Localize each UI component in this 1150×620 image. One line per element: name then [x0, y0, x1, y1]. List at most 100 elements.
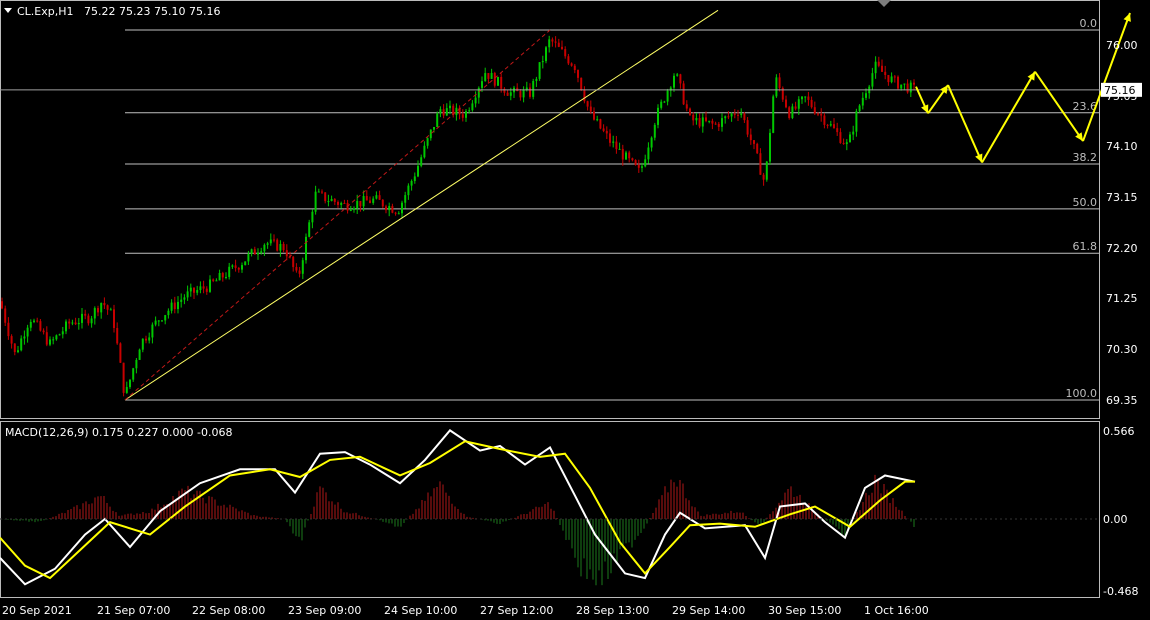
candle-body [330, 199, 333, 202]
candle-body [225, 276, 227, 278]
candle-body [538, 62, 541, 79]
fib-level-label: 50.0 [1073, 196, 1098, 209]
candle-body [39, 321, 42, 331]
macd-axis-label: 0.566 [1103, 425, 1135, 438]
candle-body [362, 196, 365, 207]
candle-body [519, 91, 522, 98]
candle-body [241, 265, 243, 270]
candle-body [593, 111, 595, 120]
candle-body [260, 251, 263, 253]
candle-body [788, 107, 791, 118]
candle-body [727, 116, 730, 118]
candle-body [97, 308, 99, 313]
candle-body [426, 138, 429, 146]
fib-level-label: 61.8 [1073, 240, 1098, 253]
candle-body [100, 302, 103, 313]
candle-body [343, 202, 346, 204]
macd-indicator-label[interactable]: MACD(12,26,9) 0.175 0.227 0.000 -0.068 [5, 426, 232, 439]
candle-body [125, 387, 128, 393]
candle-body [826, 124, 829, 126]
candle-body [55, 335, 58, 340]
candle-body [327, 201, 330, 203]
candle-body [186, 291, 189, 298]
candle-body [109, 309, 112, 311]
candle-body [385, 206, 387, 211]
candle-body [551, 39, 554, 42]
candle-body [465, 111, 467, 118]
candle-body [173, 302, 176, 310]
candle-body [836, 128, 839, 133]
candle-body [810, 99, 813, 108]
candle-body [285, 250, 288, 257]
candle-body [554, 41, 557, 43]
candle-body [529, 87, 531, 97]
candle-body [119, 343, 122, 363]
price-axis-label: 72.20 [1106, 242, 1138, 255]
candle-body [631, 158, 634, 161]
candle-body [698, 118, 701, 127]
candle-body [244, 261, 247, 266]
candle-body [52, 339, 55, 341]
candle-body [689, 108, 691, 115]
candle-body [372, 198, 375, 203]
candle-body [353, 208, 355, 210]
candle-body [81, 313, 83, 323]
time-axis-label: 29 Sep 14:00 [672, 604, 745, 617]
candle-body [532, 81, 535, 97]
chart-canvas[interactable]: 0.023.638.250.061.8100.0 CL.Exp,H1 75.22… [0, 0, 1150, 620]
candle-body [276, 239, 279, 251]
candle-body [564, 49, 567, 57]
candle-body [410, 181, 413, 186]
candle-body [138, 349, 141, 360]
candle-body [653, 124, 656, 138]
candle-body [439, 109, 442, 114]
candle-body [909, 82, 912, 93]
candle-body [567, 56, 570, 64]
candle-body [407, 185, 410, 196]
candle-body [541, 61, 544, 63]
candle-body [561, 46, 563, 50]
candle-body [74, 322, 77, 325]
candle-body [762, 174, 765, 180]
candle-body [522, 90, 525, 98]
candle-body [237, 267, 240, 270]
candle-body [858, 105, 861, 112]
candle-body [775, 77, 778, 97]
candle-body [484, 73, 487, 82]
candle-body [797, 99, 800, 109]
candle-body [778, 77, 781, 88]
candle-body [189, 287, 192, 292]
candle-body [164, 315, 167, 321]
candle-body [785, 99, 787, 108]
candle-body [765, 161, 768, 180]
candle-body [842, 142, 845, 145]
candle-body [145, 338, 147, 341]
candle-body [433, 126, 435, 130]
candle-body [298, 270, 301, 274]
time-axis-label: 23 Sep 09:00 [288, 604, 361, 617]
candle-body [737, 114, 739, 116]
price-axis-label: 76.00 [1106, 39, 1138, 52]
candle-body [586, 101, 589, 107]
candle-body [583, 90, 586, 102]
price-axis-label: 69.35 [1106, 394, 1138, 407]
candle-body [365, 196, 368, 201]
candle-body [756, 143, 759, 154]
macd-axis-label: 0.00 [1103, 513, 1128, 526]
price-axis-label: 71.25 [1106, 292, 1138, 305]
candle-body [759, 153, 762, 175]
candle-body [701, 117, 704, 127]
candle-body [733, 113, 736, 115]
candle-body [305, 236, 307, 261]
candle-body [180, 299, 183, 302]
fib-level-label: 100.0 [1066, 387, 1098, 400]
symbol-timeframe[interactable]: CL.Exp,H1 [17, 5, 74, 18]
candle-body [231, 265, 234, 267]
candle-body [743, 113, 746, 121]
candle-body [129, 379, 131, 388]
candle-body [481, 81, 483, 88]
candle-body [897, 76, 899, 89]
candle-body [852, 131, 855, 135]
candle-body [711, 120, 714, 124]
candle-body [148, 337, 151, 341]
